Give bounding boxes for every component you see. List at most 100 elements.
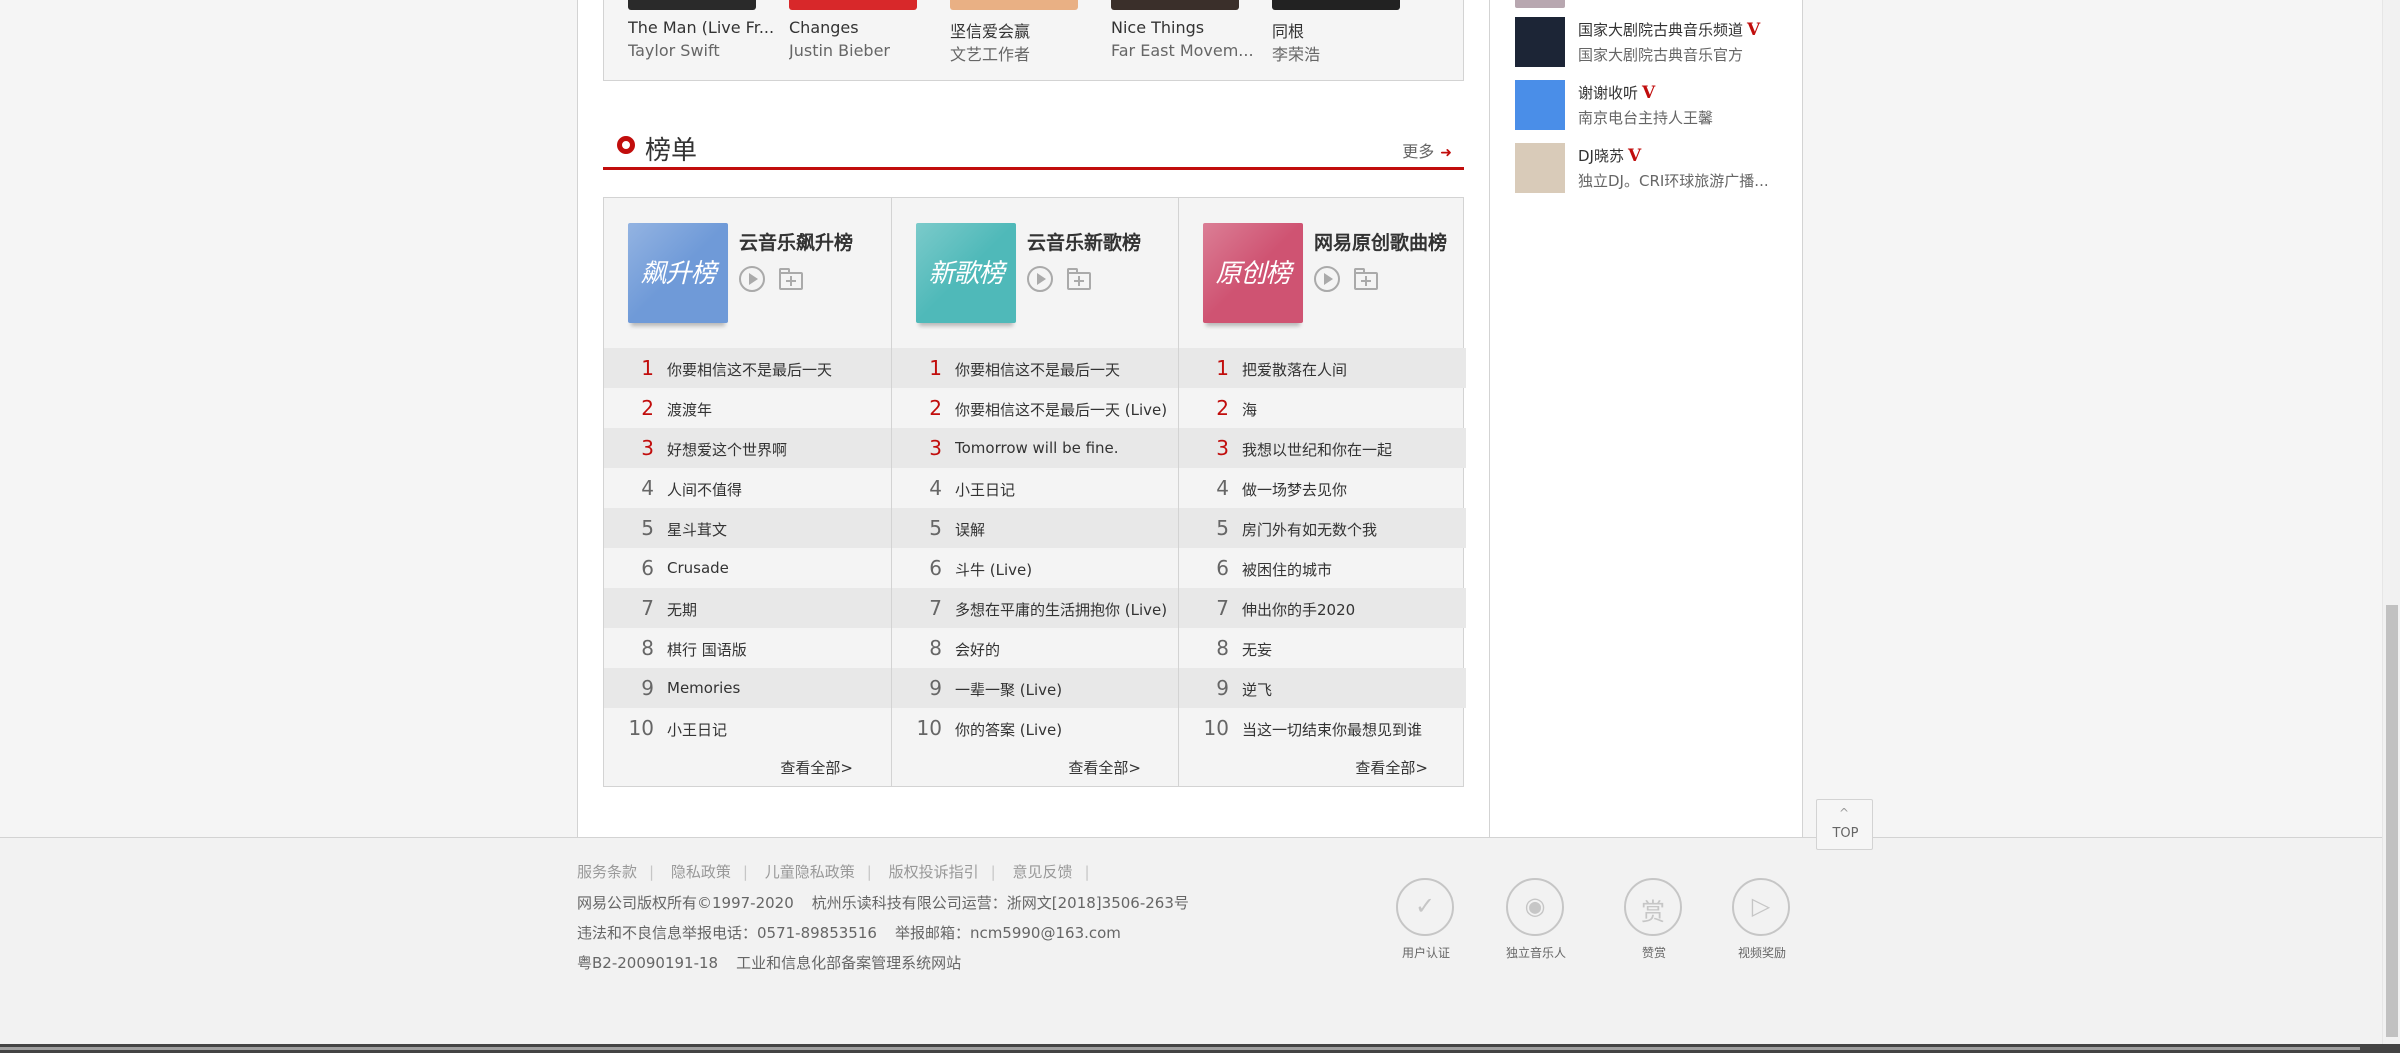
song-row[interactable]: 1 把爱散落在人间 bbox=[1179, 348, 1466, 388]
song-title[interactable]: 把爱散落在人间 bbox=[1242, 359, 1457, 380]
dj-item[interactable]: 谢谢收听 V 南京电台主持人王馨 bbox=[1515, 80, 1805, 132]
song-title[interactable]: 斗牛 (Live) bbox=[955, 559, 1170, 580]
song-title[interactable]: 小王日记 bbox=[955, 479, 1170, 500]
song-row[interactable]: 6 被困住的城市 bbox=[1179, 548, 1466, 588]
album-cover[interactable] bbox=[950, 0, 1078, 10]
song-title[interactable]: 海 bbox=[1242, 399, 1457, 420]
song-title[interactable]: 你要相信这不是最后一天 bbox=[667, 359, 882, 380]
song-title[interactable]: 你要相信这不是最后一天 (Live) bbox=[955, 399, 1170, 420]
badge-label[interactable]: 用户认证 bbox=[1386, 944, 1466, 961]
badge-label[interactable]: 独立音乐人 bbox=[1496, 944, 1576, 961]
song-row[interactable]: 3 我想以世纪和你在一起 bbox=[1179, 428, 1466, 468]
toplist-title[interactable]: 云音乐飙升榜 bbox=[739, 228, 853, 255]
song-title[interactable]: 无期 bbox=[667, 599, 882, 620]
badge-label[interactable]: 视频奖励 bbox=[1722, 944, 1802, 961]
song-title[interactable]: 我想以世纪和你在一起 bbox=[1242, 439, 1457, 460]
add-folder-icon[interactable] bbox=[779, 266, 805, 292]
dj-avatar[interactable] bbox=[1515, 80, 1565, 130]
song-title[interactable]: 人间不值得 bbox=[667, 479, 882, 500]
song-row[interactable]: 10 你的答案 (Live) bbox=[892, 708, 1179, 748]
song-row[interactable]: 6 Crusade bbox=[604, 548, 891, 588]
album-cover[interactable] bbox=[789, 0, 917, 10]
song-row[interactable]: 4 做一场梦去见你 bbox=[1179, 468, 1466, 508]
dj-name[interactable]: DJ晓苏 bbox=[1578, 147, 1624, 165]
song-title[interactable]: Memories bbox=[667, 679, 882, 697]
back-to-top-button[interactable]: ^ TOP bbox=[1816, 799, 1873, 850]
footer-link[interactable]: 隐私政策 bbox=[671, 863, 731, 881]
dj-name[interactable]: 国家大剧院古典音乐频道 bbox=[1578, 21, 1743, 39]
play-icon[interactable] bbox=[1314, 266, 1340, 292]
song-title[interactable]: 被困住的城市 bbox=[1242, 559, 1457, 580]
song-title[interactable]: Crusade bbox=[667, 559, 882, 577]
song-title[interactable]: 多想在平庸的生活拥抱你 (Live) bbox=[955, 599, 1170, 620]
dj-avatar[interactable] bbox=[1515, 17, 1565, 67]
album-cover[interactable] bbox=[628, 0, 756, 10]
footer-link[interactable]: 服务条款 bbox=[577, 863, 637, 881]
song-title[interactable]: 做一场梦去见你 bbox=[1242, 479, 1457, 500]
album-name[interactable]: Nice Things bbox=[1111, 18, 1261, 37]
song-row[interactable]: 9 逆飞 bbox=[1179, 668, 1466, 708]
song-title[interactable]: 小王日记 bbox=[667, 719, 882, 740]
album-cover[interactable] bbox=[1272, 0, 1400, 10]
dj-item[interactable]: DJ晓苏 V 独立DJ。CRI环球旅游广播... bbox=[1515, 143, 1805, 195]
album-artist[interactable]: 文艺工作者 bbox=[950, 41, 1100, 65]
add-folder-icon[interactable] bbox=[1067, 266, 1093, 292]
footer-link[interactable]: 儿童隐私政策 bbox=[765, 863, 855, 881]
song-row[interactable]: 7 无期 bbox=[604, 588, 891, 628]
album-artist[interactable]: Justin Bieber bbox=[789, 41, 939, 60]
dj-avatar[interactable] bbox=[1515, 143, 1565, 193]
song-row[interactable]: 5 误解 bbox=[892, 508, 1179, 548]
album-name[interactable]: The Man (Live Fr... bbox=[628, 18, 778, 37]
song-title[interactable]: 渡渡年 bbox=[667, 399, 882, 420]
view-all-link[interactable]: 查看全部> bbox=[1355, 757, 1428, 778]
album-artist[interactable]: 李荣浩 bbox=[1272, 41, 1422, 65]
dj-item[interactable]: 国家大剧院古典音乐频道 V 国家大剧院古典音乐官方 bbox=[1515, 17, 1805, 69]
song-title[interactable]: 逆飞 bbox=[1242, 679, 1457, 700]
song-title[interactable]: 无妄 bbox=[1242, 639, 1457, 660]
album-name[interactable]: 坚信爱会赢 bbox=[950, 18, 1100, 42]
icp-link[interactable]: 工业和信息化部备案管理系统网站 bbox=[736, 954, 961, 972]
song-title[interactable]: 好想爱这个世界啊 bbox=[667, 439, 882, 460]
song-title[interactable]: 棋行 国语版 bbox=[667, 639, 882, 660]
section-title[interactable]: 榜单 bbox=[645, 130, 697, 167]
album-name[interactable]: 同根 bbox=[1272, 18, 1422, 42]
view-all-link[interactable]: 查看全部> bbox=[1068, 757, 1141, 778]
toplist-cover[interactable]: 飙升榜 bbox=[628, 223, 728, 323]
badge-label[interactable]: 赞赏 bbox=[1614, 944, 1694, 961]
song-title[interactable]: 一辈一聚 (Live) bbox=[955, 679, 1170, 700]
song-row[interactable]: 9 一辈一聚 (Live) bbox=[892, 668, 1179, 708]
song-row[interactable]: 2 你要相信这不是最后一天 (Live) bbox=[892, 388, 1179, 428]
dj-name[interactable]: 谢谢收听 bbox=[1578, 84, 1638, 102]
add-folder-icon[interactable] bbox=[1354, 266, 1380, 292]
album-artist[interactable]: Far East Movem... bbox=[1111, 41, 1261, 60]
song-row[interactable]: 8 会好的 bbox=[892, 628, 1179, 668]
scrollbar-thumb[interactable] bbox=[2386, 605, 2398, 1037]
song-row[interactable]: 4 人间不值得 bbox=[604, 468, 891, 508]
view-all-link[interactable]: 查看全部> bbox=[780, 757, 853, 778]
song-row[interactable]: 8 无妄 bbox=[1179, 628, 1466, 668]
vertical-scrollbar[interactable] bbox=[2382, 0, 2400, 1044]
song-title[interactable]: 房门外有如无数个我 bbox=[1242, 519, 1457, 540]
toplist-cover[interactable]: 新歌榜 bbox=[916, 223, 1016, 323]
song-title[interactable]: 星斗茸文 bbox=[667, 519, 882, 540]
more-link[interactable]: 更多 ➜ bbox=[1402, 138, 1452, 162]
footer-link[interactable]: 意见反馈 bbox=[1012, 863, 1072, 881]
song-row[interactable]: 7 伸出你的手2020 bbox=[1179, 588, 1466, 628]
song-row[interactable]: 3 Tomorrow will be fine. bbox=[892, 428, 1179, 468]
song-title[interactable]: 会好的 bbox=[955, 639, 1170, 660]
song-row[interactable]: 3 好想爱这个世界啊 bbox=[604, 428, 891, 468]
scrollbar-thumb[interactable] bbox=[0, 1047, 2360, 1050]
song-row[interactable]: 9 Memories bbox=[604, 668, 891, 708]
song-title[interactable]: 你要相信这不是最后一天 bbox=[955, 359, 1170, 380]
song-row[interactable]: 7 多想在平庸的生活拥抱你 (Live) bbox=[892, 588, 1179, 628]
horizontal-scrollbar[interactable] bbox=[0, 1044, 2400, 1053]
song-row[interactable]: 2 渡渡年 bbox=[604, 388, 891, 428]
song-title[interactable]: 误解 bbox=[955, 519, 1170, 540]
song-title[interactable]: 你的答案 (Live) bbox=[955, 719, 1170, 740]
album-artist[interactable]: Taylor Swift bbox=[628, 41, 778, 60]
album-name[interactable]: Changes bbox=[789, 18, 939, 37]
toplist-title[interactable]: 云音乐新歌榜 bbox=[1027, 228, 1141, 255]
play-icon[interactable] bbox=[739, 266, 765, 292]
song-row[interactable]: 1 你要相信这不是最后一天 bbox=[892, 348, 1179, 388]
song-title[interactable]: Tomorrow will be fine. bbox=[955, 439, 1170, 457]
